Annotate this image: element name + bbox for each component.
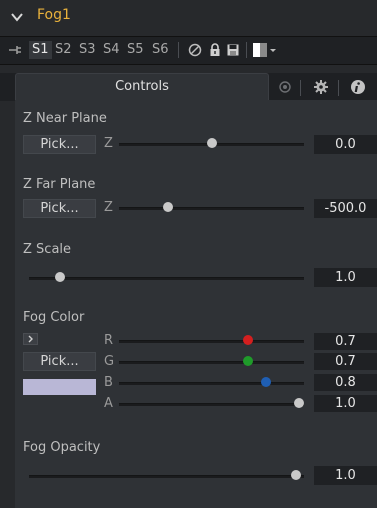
settings-tab-icon[interactable] [277, 79, 293, 95]
fog-opacity-slider-track[interactable] [29, 475, 304, 478]
green-channel-label: G [104, 354, 115, 369]
alpha-value-field[interactable]: 1.0 [314, 395, 377, 412]
z-scale-value-field[interactable]: 1.0 [314, 268, 377, 287]
alpha-slider-knob[interactable] [294, 398, 304, 408]
blue-slider-knob[interactable] [261, 377, 271, 387]
tab-controls[interactable]: Controls [15, 73, 269, 101]
tab-controls-label: Controls [115, 79, 169, 94]
green-value-field[interactable]: 0.7 [314, 353, 377, 370]
z-far-pick-button[interactable]: Pick... [23, 199, 96, 218]
version-button-s2[interactable]: S2 [55, 41, 72, 59]
fog-color-swatch[interactable] [23, 379, 96, 395]
reset-icon[interactable] [188, 43, 202, 57]
z-far-value-field[interactable]: -500.0 [314, 199, 377, 218]
fog-opacity-slider-knob[interactable] [291, 470, 301, 480]
fog-opacity-value-field[interactable]: 1.0 [314, 466, 377, 485]
z-near-pick-button[interactable]: Pick... [23, 135, 96, 154]
save-icon[interactable] [226, 43, 240, 57]
blue-channel-label: B [104, 375, 113, 390]
z-near-slider-knob[interactable] [207, 138, 217, 148]
version-button-s4[interactable]: S4 [103, 41, 120, 59]
color-dropdown-icon[interactable] [253, 43, 277, 57]
z-scale-label: Z Scale [23, 242, 72, 257]
fog-opacity-label: Fog Opacity [23, 440, 101, 455]
version-separator [246, 42, 247, 58]
tab-separator [300, 80, 301, 96]
version-button-s5[interactable]: S5 [127, 41, 144, 59]
alpha-channel-label: A [104, 396, 113, 411]
lock-icon[interactable] [208, 43, 222, 57]
red-slider-knob[interactable] [243, 335, 253, 345]
blue-value-field[interactable]: 0.8 [314, 374, 377, 391]
blue-slider-track[interactable] [119, 382, 304, 385]
green-slider-track[interactable] [119, 361, 304, 364]
z-far-slider-track[interactable] [119, 207, 304, 210]
pin-icon[interactable] [8, 44, 22, 59]
z-far-axis-label: Z [104, 200, 113, 215]
z-scale-slider-knob[interactable] [55, 272, 65, 282]
version-button-s6[interactable]: S6 [152, 41, 169, 59]
alpha-slider-track[interactable] [119, 403, 304, 406]
fog-color-pick-button[interactable]: Pick... [23, 352, 96, 371]
info-tab-icon[interactable] [350, 79, 366, 95]
green-slider-knob[interactable] [243, 356, 253, 366]
tool-header: Fog1 [0, 0, 377, 36]
z-near-plane-label: Z Near Plane [23, 111, 107, 126]
z-far-slider-knob[interactable] [163, 202, 173, 212]
chevron-down-icon[interactable] [10, 10, 24, 24]
chevron-right-icon [28, 335, 33, 343]
z-scale-slider-track[interactable] [29, 277, 304, 280]
tab-separator [338, 80, 339, 96]
red-value-field[interactable]: 0.7 [314, 333, 377, 350]
fog-color-label: Fog Color [23, 310, 85, 325]
z-near-axis-label: Z [104, 136, 113, 151]
version-button-s1[interactable]: S1 [29, 41, 52, 59]
z-near-value-field[interactable]: 0.0 [314, 135, 377, 154]
tool-title[interactable]: Fog1 [37, 7, 71, 23]
version-button-s3[interactable]: S3 [79, 41, 96, 59]
z-far-plane-label: Z Far Plane [23, 177, 96, 192]
red-channel-label: R [104, 333, 114, 348]
version-separator [178, 42, 179, 58]
red-slider-track[interactable] [119, 340, 304, 343]
gear-tab-icon[interactable] [313, 79, 329, 95]
fog-color-expand-button[interactable] [23, 333, 38, 345]
